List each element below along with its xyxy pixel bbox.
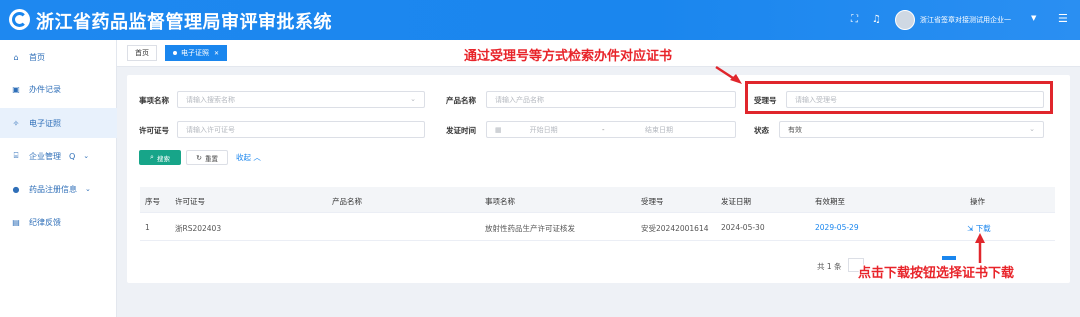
pagination-total: 共 1 条 xyxy=(817,262,842,271)
record-icon: ▣ xyxy=(12,84,20,94)
column-header: 序号 xyxy=(145,197,160,206)
active-dot-icon xyxy=(173,51,177,55)
app-window: 浙江省药品监督管理局审评审批系统 ⛶ ♫ 浙江省签章对接测试用企业一 ▼ ☰ ⌂… xyxy=(0,0,1080,317)
sidebar: ⌂ 首页 ▣ 办件记录 ✧ 电子证照 ⌸ 企业管理 Q ⌄ ● 药品注册信息 ⌄… xyxy=(0,40,117,317)
chevron-down-icon[interactable]: ⌄ xyxy=(83,152,89,160)
annotation-top: 通过受理号等方式检索办件对应证书 xyxy=(464,49,673,64)
chevron-down-icon: ⌄ xyxy=(1029,125,1035,133)
sidebar-item-label: 首页 xyxy=(29,52,45,62)
fullscreen-icon[interactable]: ⛶ xyxy=(851,14,858,25)
status-select[interactable]: 有效 ⌄ xyxy=(779,121,1044,138)
status-value: 有效 xyxy=(788,125,802,134)
button-label: 搜索 xyxy=(156,154,170,163)
cell-issue-date: 2024-05-30 xyxy=(721,223,765,232)
sidebar-item-enterprise[interactable]: ⌸ 企业管理 Q ⌄ xyxy=(0,141,117,171)
sidebar-item-label: 电子证照 xyxy=(29,118,61,128)
table-header: 序号 许可证号 产品名称 事项名称 受理号 发证日期 有效期至 操作 xyxy=(140,187,1055,213)
status-label: 状态 xyxy=(754,126,769,135)
tab-home[interactable]: 首页 xyxy=(127,45,157,61)
product-name-input[interactable]: 请输入产品名称 xyxy=(486,91,736,108)
refresh-icon: ↻ xyxy=(196,153,202,162)
home-icon: ⌂ xyxy=(13,52,19,62)
issue-date-range[interactable]: ▦ 开始日期 - 结束日期 xyxy=(486,121,736,138)
placeholder-text: 请输入产品名称 xyxy=(495,95,544,104)
column-header: 发证日期 xyxy=(721,197,751,206)
table-row: 1 浙RS202403 放射性药品生产许可证核发 安受20242001614 2… xyxy=(140,213,1055,241)
cell-item-name: 放射性药品生产许可证核发 xyxy=(485,224,575,233)
tab-label: 电子证照 xyxy=(181,49,209,57)
placeholder-text: 请输入许可证号 xyxy=(186,125,235,134)
product-name-label: 产品名称 xyxy=(446,96,476,105)
column-header: 有效期至 xyxy=(815,197,845,206)
enterprise-icon: ⌸ xyxy=(13,151,19,160)
app-title: 浙江省药品监督管理局审评审批系统 xyxy=(36,12,332,33)
chevron-down-icon[interactable]: ⌄ xyxy=(85,185,91,193)
sidebar-item-label: 纪律反馈 xyxy=(29,217,61,227)
column-header: 受理号 xyxy=(641,197,664,206)
column-header: 操作 xyxy=(970,197,985,206)
tab-label: 首页 xyxy=(135,49,149,57)
cell-index: 1 xyxy=(145,223,150,232)
end-date-placeholder[interactable]: 结束日期 xyxy=(645,125,673,135)
item-name-select[interactable]: 请输入搜索名称 ⌄ xyxy=(177,91,425,108)
button-label: 重置 xyxy=(204,154,218,163)
collapse-label: 收起 xyxy=(236,153,251,162)
download-icon: ⇲ xyxy=(967,224,974,233)
annotation-bottom: 点击下载按钮选择证书下载 xyxy=(858,266,1015,281)
sidebar-item-feedback[interactable]: ▤ 纪律反馈 xyxy=(0,207,117,237)
license-no-label: 许可证号 xyxy=(139,126,169,135)
music-icon[interactable]: ♫ xyxy=(872,14,881,25)
sidebar-item-label: 办件记录 xyxy=(29,84,61,94)
sidebar-item-label: 药品注册信息 xyxy=(29,184,77,194)
reset-button[interactable]: ↻ 重置 xyxy=(186,150,228,165)
user-name[interactable]: 浙江省签章对接测试用企业一 xyxy=(920,15,1011,25)
column-header: 产品名称 xyxy=(332,197,362,206)
current-page-indicator[interactable] xyxy=(942,256,956,260)
calendar-icon: ▦ xyxy=(495,125,502,134)
column-header: 事项名称 xyxy=(485,197,515,206)
feedback-icon: ▤ xyxy=(12,217,20,227)
chevron-down-icon: ⌄ xyxy=(410,95,416,103)
drug-icon: ● xyxy=(12,184,20,194)
date-separator: - xyxy=(602,125,605,134)
license-no-input[interactable]: 请输入许可证号 xyxy=(177,121,425,138)
download-label: 下载 xyxy=(975,224,991,233)
start-date-placeholder[interactable]: 开始日期 xyxy=(530,125,558,135)
sidebar-item-certificates[interactable]: ✧ 电子证照 xyxy=(0,108,117,138)
avatar[interactable] xyxy=(895,10,915,30)
issue-time-label: 发证时间 xyxy=(446,126,476,135)
certificate-icon: ✧ xyxy=(12,118,20,128)
sidebar-item-records[interactable]: ▣ 办件记录 xyxy=(0,74,117,104)
enterprise-extra-label: Q xyxy=(69,151,76,161)
highlight-box xyxy=(745,81,1053,114)
chevron-up-icon: ︿ xyxy=(253,153,261,162)
logo-icon xyxy=(9,9,30,30)
close-icon[interactable]: ✕ xyxy=(214,50,219,57)
item-name-label: 事项名称 xyxy=(139,96,169,105)
top-header: 浙江省药品监督管理局审评审批系统 ⛶ ♫ 浙江省签章对接测试用企业一 ▼ ☰ xyxy=(0,0,1080,40)
search-icon: ⌕ xyxy=(150,153,154,161)
search-button[interactable]: ⌕ 搜索 xyxy=(139,150,181,165)
column-header: 许可证号 xyxy=(175,197,205,206)
cell-accept-no: 安受20242001614 xyxy=(641,224,709,233)
sidebar-item-drug-registration[interactable]: ● 药品注册信息 ⌄ xyxy=(0,174,117,204)
tab-certificates[interactable]: 电子证照 ✕ xyxy=(165,45,228,61)
menu-icon[interactable]: ☰ xyxy=(1058,12,1068,25)
collapse-link[interactable]: 收起 ︿ xyxy=(236,152,261,163)
sidebar-item-home[interactable]: ⌂ 首页 xyxy=(0,42,117,72)
sidebar-item-label: 企业管理 xyxy=(29,151,61,161)
cell-expiry: 2029-05-29 xyxy=(815,223,859,232)
cell-license-no: 浙RS202403 xyxy=(175,224,222,233)
chevron-down-icon[interactable]: ▼ xyxy=(1031,14,1036,22)
placeholder-text: 请输入搜索名称 xyxy=(186,95,235,104)
download-link[interactable]: ⇲ 下载 xyxy=(967,223,991,234)
